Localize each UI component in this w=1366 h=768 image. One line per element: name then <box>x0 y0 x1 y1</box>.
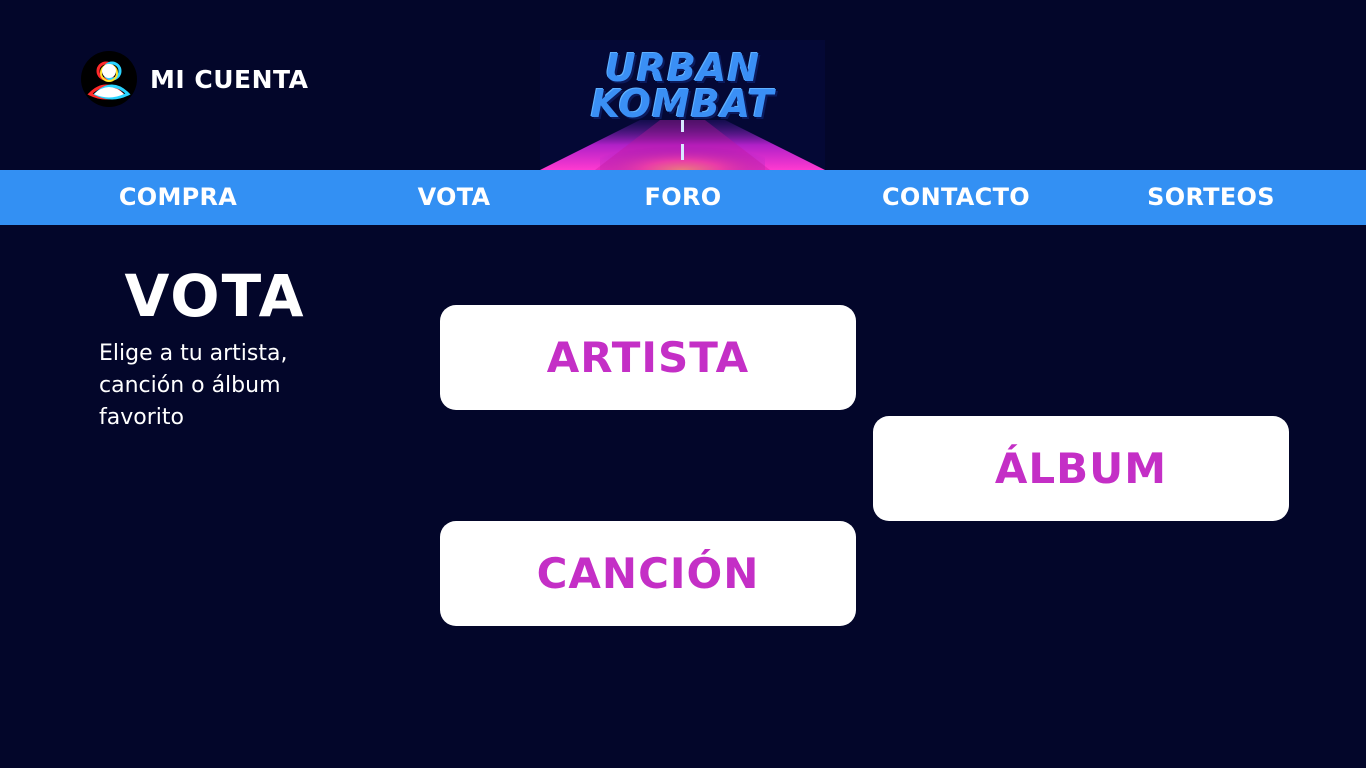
user-glitch-icon <box>80 50 138 108</box>
song-button[interactable]: CANCIÓN <box>440 521 856 626</box>
urban-kombat-logo[interactable]: URBAN KOMBAT <box>540 40 825 170</box>
page: MI CUENTA URBAN KOMBAT COMPRA VOTA FORO … <box>0 0 1366 768</box>
artist-button[interactable]: ARTISTA <box>440 305 856 410</box>
logo-line-2: KOMBAT <box>590 82 775 126</box>
main-nav: COMPRA VOTA FORO CONTACTO SORTEOS <box>0 170 1366 225</box>
nav-item-contacto[interactable]: CONTACTO <box>858 170 1054 225</box>
account-link[interactable]: MI CUENTA <box>80 50 309 108</box>
page-title: VOTA <box>124 262 306 330</box>
account-label: MI CUENTA <box>150 64 309 94</box>
page-subtitle: Elige a tu artista, canción o álbum favo… <box>99 341 288 430</box>
nav-item-compra[interactable]: COMPRA <box>88 170 268 225</box>
logo-text: URBAN KOMBAT <box>540 46 825 126</box>
album-button[interactable]: ÁLBUM <box>873 416 1289 521</box>
logo-line-1: URBAN <box>604 46 761 90</box>
nav-item-sorteos[interactable]: SORTEOS <box>1128 170 1294 225</box>
nav-item-foro[interactable]: FORO <box>628 170 738 225</box>
nav-item-vota[interactable]: VOTA <box>398 170 510 225</box>
